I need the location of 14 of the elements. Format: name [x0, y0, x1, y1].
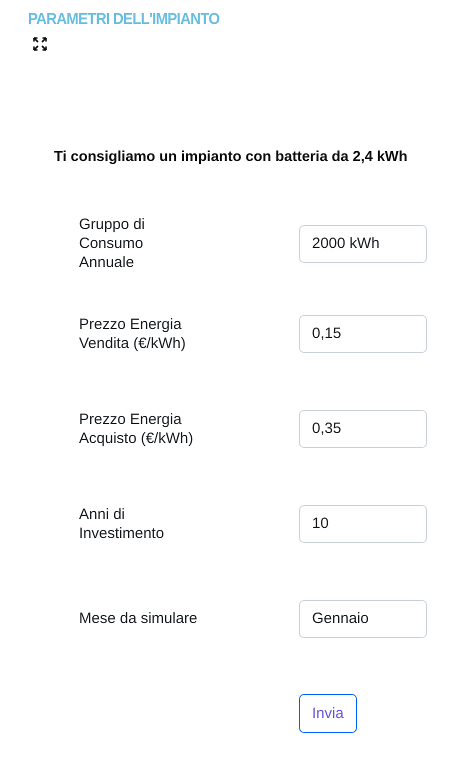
field-label: Prezzo Energia Acquisto (€/kWh): [79, 410, 194, 448]
field-label: Anni di Investimento: [79, 504, 166, 542]
input-field[interactable]: 10: [299, 504, 427, 542]
input-field[interactable]: 0,35: [299, 410, 427, 448]
panel-title: PARAMETRI DELL'IMPIANTO: [28, 10, 220, 30]
field-label: Gruppo di Consumo Annuale: [79, 215, 146, 272]
input-field[interactable]: 0,15: [299, 314, 427, 352]
input-field[interactable]: Gennaio: [299, 600, 427, 638]
submit-button[interactable]: Invia: [299, 694, 357, 733]
recommendation-text: Ti consigliamo un impianto con batteria da 2,4 kWh: [54, 149, 408, 165]
field-label: Prezzo Energia Vendita (€/kWh): [79, 314, 187, 352]
expand-icon[interactable]: [33, 37, 47, 51]
input-field[interactable]: 2000 kWh: [299, 224, 427, 262]
field-label: Mese da simulare: [79, 609, 198, 628]
